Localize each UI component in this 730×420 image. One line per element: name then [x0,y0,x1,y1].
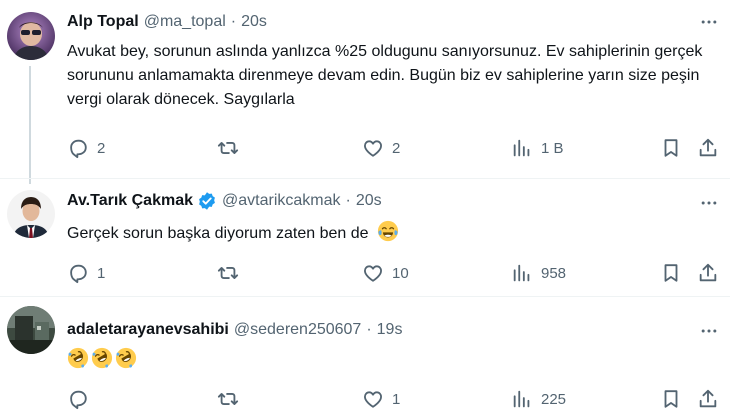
reply-count: 1 [97,264,106,282]
heart-icon [362,137,384,159]
bookmark-button[interactable] [660,259,682,287]
reply-icon [67,137,89,159]
timestamp[interactable]: 20s [356,192,382,210]
share-button[interactable] [697,385,719,413]
user-name[interactable]: adaletarayanevsahibi [67,321,229,339]
tweet-header: Av.Tarık Çakmak @avtarikcakmak · 20s [67,189,382,213]
views-button[interactable]: 1 B [511,134,564,162]
bookmark-button[interactable] [660,134,682,162]
view-count: 1 B [541,139,564,157]
heart-icon [362,388,384,410]
tweet-adaletarayanevsahibi[interactable]: adaletarayanevsahibi @sederen250607 · 19… [0,296,730,420]
tweet-header: Alp Topal @ma_topal · 20s [67,10,267,34]
tweet-text: Avukat bey, sorunun aslında yanlızca %25… [67,43,703,108]
rolling-on-floor-laughing-icon [67,347,89,369]
reply-icon [67,262,89,284]
like-button[interactable]: 1 [362,385,400,413]
tweet-text-content: Gerçek sorun başka diyorum zaten ben de [67,225,369,242]
like-count: 1 [392,390,401,408]
retweet-icon [217,137,239,159]
views-button[interactable]: 958 [511,259,566,287]
views-icon [511,388,533,410]
heart-icon [362,262,384,284]
like-count: 10 [392,264,409,282]
tweet-alp-topal[interactable]: Alp Topal @ma_topal · 20s Avukat bey, so… [0,0,730,178]
rolling-on-floor-laughing-icon [115,347,137,369]
user-name[interactable]: Alp Topal [67,13,139,31]
like-button[interactable]: 10 [362,259,409,287]
timestamp[interactable]: 19s [377,321,403,339]
tweet-actions: 1 225 [0,385,730,413]
bookmark-icon [660,262,682,284]
share-icon [697,262,719,284]
views-button[interactable]: 225 [511,385,566,413]
tweet-tarik-cakmak[interactable]: Av.Tarık Çakmak @avtarikcakmak · 20s Ger… [0,178,730,296]
reply-icon [67,388,89,410]
share-icon [697,388,719,410]
views-icon [511,262,533,284]
bookmark-icon [660,388,682,410]
views-icon [511,137,533,159]
avatar[interactable] [7,306,55,354]
tweet-actions: 2 2 1 B [0,134,730,162]
more-options-icon[interactable] [698,11,720,33]
rolling-on-floor-laughing-icon [91,347,113,369]
retweet-button[interactable] [217,259,247,287]
like-button[interactable]: 2 [362,134,400,162]
avatar[interactable] [7,190,55,238]
retweet-button[interactable] [217,385,247,413]
user-handle[interactable]: @avtarikcakmak [222,192,341,210]
verified-badge-icon [197,191,217,211]
separator-dot: · [366,321,372,338]
face-with-tears-of-joy-icon [377,220,399,242]
user-handle[interactable]: @ma_topal [144,13,226,31]
more-options-icon[interactable] [698,192,720,214]
tweet-text: Gerçek sorun başka diyorum zaten ben de [67,220,717,246]
reply-button[interactable] [67,385,97,413]
user-name[interactable]: Av.Tarık Çakmak [67,192,193,210]
avatar[interactable] [7,12,55,60]
user-handle[interactable]: @sederen250607 [234,321,361,339]
share-icon [697,137,719,159]
tweet-text [67,347,717,373]
retweet-button[interactable] [217,134,247,162]
separator-dot: · [230,13,237,30]
like-count: 2 [392,139,401,157]
reply-count: 2 [97,139,106,157]
more-options-icon[interactable] [698,320,720,342]
bookmark-icon [660,137,682,159]
share-button[interactable] [697,259,719,287]
retweet-icon [217,388,239,410]
retweet-icon [217,262,239,284]
tweet-actions: 1 10 958 [0,259,730,287]
bookmark-button[interactable] [660,385,682,413]
share-button[interactable] [697,134,719,162]
tweet-header: adaletarayanevsahibi @sederen250607 · 19… [67,318,402,342]
separator-dot: · [345,192,351,209]
timestamp[interactable]: 20s [241,13,267,31]
reply-button[interactable]: 2 [67,134,105,162]
view-count: 958 [541,264,567,282]
view-count: 225 [541,390,567,408]
reply-button[interactable]: 1 [67,259,105,287]
